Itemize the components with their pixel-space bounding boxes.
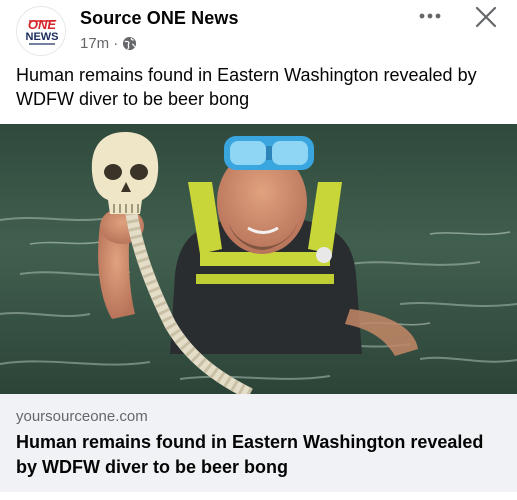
svg-text:NEWS: NEWS	[26, 31, 59, 43]
post-photo[interactable]	[0, 124, 517, 394]
post-text: Human remains found in Eastern Washingto…	[16, 65, 477, 109]
globe-icon	[122, 36, 137, 51]
page-avatar[interactable]: ONE NEWS	[16, 6, 66, 56]
page-name[interactable]: Source ONE News	[80, 8, 239, 29]
link-preview-card[interactable]: yoursourceone.com Human remains found in…	[0, 394, 517, 492]
link-title[interactable]: Human remains found in Eastern Washingto…	[16, 430, 506, 480]
meta-separator: ·	[113, 35, 119, 52]
more-horizontal-icon	[419, 13, 441, 19]
more-options-button[interactable]	[414, 2, 446, 30]
close-icon	[475, 6, 497, 28]
svg-text:ONE: ONE	[28, 17, 57, 32]
diver-with-skull-photo	[0, 124, 517, 394]
link-domain: yoursourceone.com	[16, 408, 148, 425]
post-timestamp[interactable]: 17m	[80, 35, 109, 52]
post-header: ONE NEWS Source ONE News 17m ·	[0, 0, 517, 60]
close-post-button[interactable]	[470, 2, 502, 32]
post-meta: 17m ·	[80, 35, 137, 52]
source-one-news-logo: ONE NEWS	[17, 7, 65, 55]
